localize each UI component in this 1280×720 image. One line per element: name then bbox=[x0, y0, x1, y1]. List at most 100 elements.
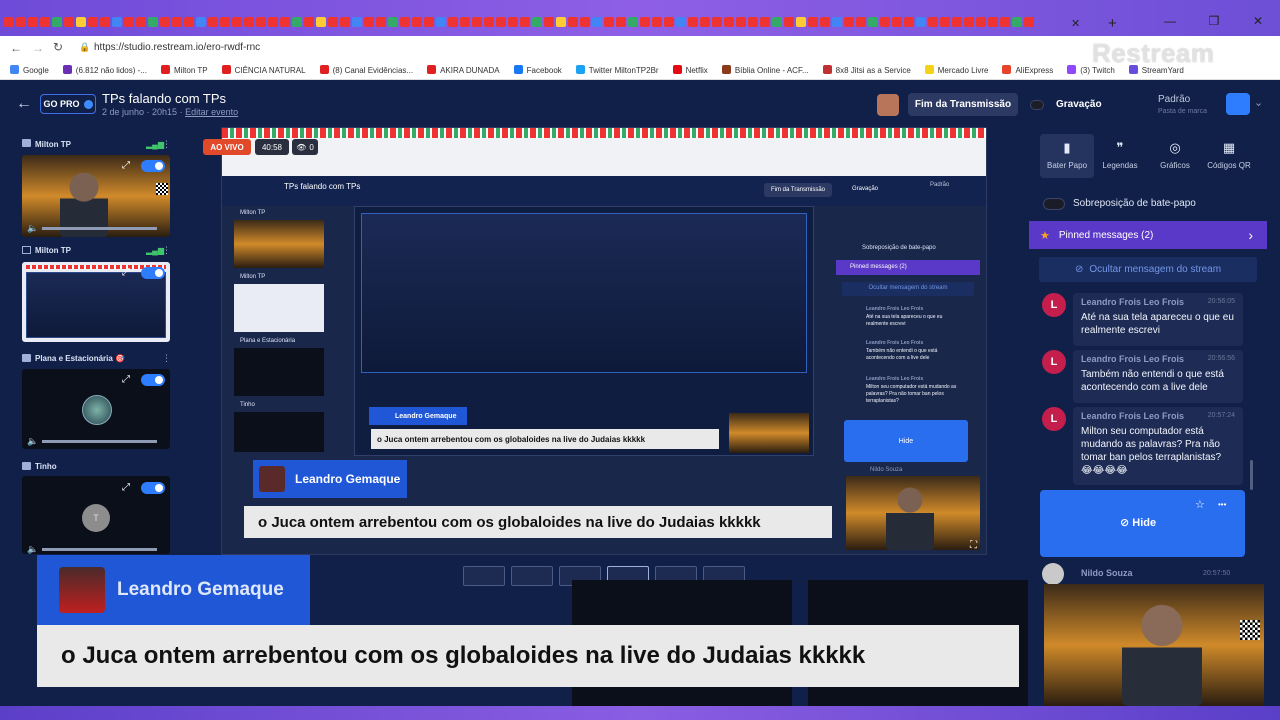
tab-favicon-icon[interactable] bbox=[304, 17, 314, 27]
tab-favicon-icon[interactable] bbox=[100, 17, 110, 27]
tab-favicon-icon[interactable] bbox=[520, 17, 530, 27]
back-nav-icon[interactable]: ← bbox=[10, 41, 22, 55]
tab-favicon-icon[interactable] bbox=[700, 17, 710, 27]
tab-favicon-icon[interactable] bbox=[796, 17, 806, 27]
edit-event-link[interactable]: Editar evento bbox=[185, 107, 238, 117]
tab-favicon-icon[interactable] bbox=[928, 17, 938, 27]
tab-favicon-icon[interactable] bbox=[220, 17, 230, 27]
tab-favicon-icon[interactable] bbox=[868, 17, 878, 27]
tab-favicon-icon[interactable] bbox=[592, 17, 602, 27]
tab-favicon-icon[interactable] bbox=[52, 17, 62, 27]
pinned-messages-bar[interactable]: ★ Pinned messages (2) › bbox=[1029, 221, 1267, 249]
tab-favicon-icon[interactable] bbox=[664, 17, 674, 27]
tab-favicon-icon[interactable] bbox=[412, 17, 422, 27]
tab-favicon-icon[interactable] bbox=[736, 17, 746, 27]
volume-icon[interactable]: 🔈 bbox=[27, 544, 38, 555]
bookmark-item[interactable]: AliExpress bbox=[1002, 64, 1053, 75]
hide-button[interactable]: ⊘ Hide bbox=[1120, 516, 1156, 529]
tab-favicon-icon[interactable] bbox=[844, 17, 854, 27]
tab-favicon-icon[interactable] bbox=[832, 17, 842, 27]
expand-icon[interactable]: ⤢ bbox=[122, 482, 130, 493]
go-pro-button[interactable]: GO PRO bbox=[40, 94, 96, 114]
tab-favicon-icon[interactable] bbox=[748, 17, 758, 27]
source-menu-icon[interactable]: ⋮ bbox=[162, 245, 171, 256]
tab-favicon-icon[interactable] bbox=[160, 17, 170, 27]
tab-favicon-icon[interactable] bbox=[16, 17, 26, 27]
tab-favicon-icon[interactable] bbox=[904, 17, 914, 27]
tab-favicon-icon[interactable] bbox=[952, 17, 962, 27]
tab-favicon-icon[interactable] bbox=[388, 17, 398, 27]
volume-slider[interactable] bbox=[42, 548, 157, 551]
tab-favicon-icon[interactable] bbox=[316, 17, 326, 27]
star-outline-icon[interactable]: ☆ bbox=[1195, 498, 1205, 511]
tab-favicon-icon[interactable] bbox=[88, 17, 98, 27]
back-icon[interactable]: ← bbox=[16, 95, 32, 113]
source-menu-icon[interactable]: ⋮ bbox=[162, 353, 171, 364]
tab-favicon-icon[interactable] bbox=[604, 17, 614, 27]
tab-favicon-icon[interactable] bbox=[544, 17, 554, 27]
close-window-button[interactable]: ✕ bbox=[1236, 14, 1280, 28]
hide-message-card[interactable]: ☆ ••• ⊘ Hide bbox=[1040, 490, 1245, 557]
volume-slider[interactable] bbox=[42, 440, 157, 443]
bookmark-item[interactable]: AKIRA DUNADA bbox=[427, 64, 500, 75]
tab-favicon-icon[interactable] bbox=[124, 17, 134, 27]
tab-favicon-icon[interactable] bbox=[136, 17, 146, 27]
layout-button[interactable] bbox=[463, 566, 505, 586]
tab-favicon-icon[interactable] bbox=[940, 17, 950, 27]
bookmark-item[interactable]: Mercado Livre bbox=[924, 64, 988, 75]
expand-icon[interactable]: ⤢ bbox=[122, 160, 130, 171]
tab-favicon-icon[interactable] bbox=[184, 17, 194, 27]
bookmark-item[interactable]: 8x8 Jitsi as a Service bbox=[822, 64, 911, 75]
tab-favicon-icon[interactable] bbox=[556, 17, 566, 27]
tab-favicon-row[interactable] bbox=[4, 17, 1034, 33]
tab-favicon-icon[interactable] bbox=[196, 17, 206, 27]
tab-favicon-icon[interactable] bbox=[352, 17, 362, 27]
tab-favicon-icon[interactable] bbox=[1024, 17, 1034, 27]
tab-favicon-icon[interactable] bbox=[880, 17, 890, 27]
chat-scrollbar[interactable] bbox=[1250, 460, 1253, 490]
brand-chevron-icon[interactable]: ⌄ bbox=[1254, 96, 1263, 109]
tab-favicon-icon[interactable] bbox=[472, 17, 482, 27]
tab-favicon-icon[interactable] bbox=[400, 17, 410, 27]
tab-favicon-icon[interactable] bbox=[244, 17, 254, 27]
tab-favicon-icon[interactable] bbox=[820, 17, 830, 27]
tab-favicon-icon[interactable] bbox=[760, 17, 770, 27]
hide-from-stream-button[interactable]: ⊘ Ocultar mensagem do stream bbox=[1039, 257, 1257, 282]
tab-favicon-icon[interactable] bbox=[328, 17, 338, 27]
tab-favicon-icon[interactable] bbox=[616, 17, 626, 27]
bookmark-item[interactable]: CIÊNCIA NATURAL bbox=[221, 64, 306, 75]
tab-favicon-icon[interactable] bbox=[1012, 17, 1022, 27]
tab-favicon-icon[interactable] bbox=[340, 17, 350, 27]
bookmark-item[interactable]: (8) Canal Evidências... bbox=[319, 64, 413, 75]
tab-favicon-icon[interactable] bbox=[460, 17, 470, 27]
tab-favicon-icon[interactable] bbox=[256, 17, 266, 27]
tab-favicon-icon[interactable] bbox=[232, 17, 242, 27]
url-text[interactable]: https://studio.restream.io/ero-rwdf-rnc bbox=[94, 42, 260, 53]
tab-favicon-icon[interactable] bbox=[28, 17, 38, 27]
chat-message[interactable]: 20:56:05 Leandro Frois Leo Frois Até na … bbox=[1073, 293, 1243, 346]
tab-favicon-icon[interactable] bbox=[208, 17, 218, 27]
source-toggle[interactable] bbox=[141, 482, 165, 494]
tab-favicon-icon[interactable] bbox=[148, 17, 158, 27]
tab-favicon-icon[interactable] bbox=[292, 17, 302, 27]
forward-nav-icon[interactable]: → bbox=[32, 41, 44, 55]
tab-favicon-icon[interactable] bbox=[4, 17, 14, 27]
bookmark-item[interactable]: Netflix bbox=[672, 64, 708, 75]
tab-favicon-icon[interactable] bbox=[808, 17, 818, 27]
tab-favicon-icon[interactable] bbox=[712, 17, 722, 27]
chat-overlay-toggle[interactable] bbox=[1043, 198, 1065, 210]
chat-message[interactable]: 20:56:56 Leandro Frois Leo Frois Também … bbox=[1073, 350, 1243, 403]
tab-favicon-icon[interactable] bbox=[772, 17, 782, 27]
more-icon[interactable]: ••• bbox=[1218, 500, 1226, 509]
volume-slider[interactable] bbox=[42, 227, 157, 230]
brand-folder-title[interactable]: Padrão bbox=[1158, 94, 1190, 105]
bookmark-item[interactable]: Google bbox=[10, 64, 49, 75]
volume-icon[interactable]: 🔈 bbox=[27, 223, 38, 234]
source-menu-icon[interactable]: ⋮ bbox=[162, 139, 171, 150]
tab-favicon-icon[interactable] bbox=[688, 17, 698, 27]
tab-favicon-icon[interactable] bbox=[784, 17, 794, 27]
bookmark-item[interactable]: Bíblia Online - ACF... bbox=[721, 64, 809, 75]
tab-favicon-icon[interactable] bbox=[484, 17, 494, 27]
tab-favicon-icon[interactable] bbox=[268, 17, 278, 27]
tab-favicon-icon[interactable] bbox=[988, 17, 998, 27]
